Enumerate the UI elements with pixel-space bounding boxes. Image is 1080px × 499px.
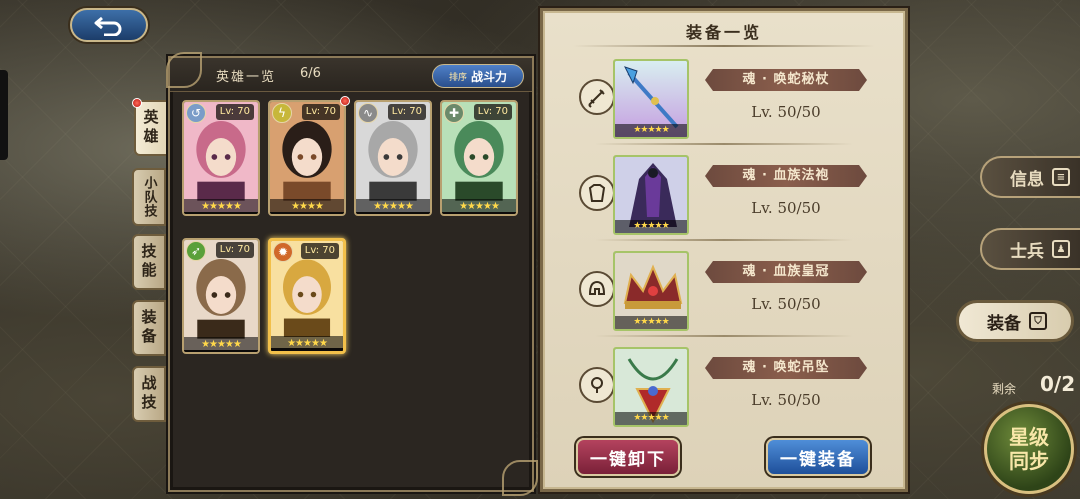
equipment-panel: 装备一览 ★★★★★ 魂 · 唤蛇秘杖 Lv. 50/50 ★★★★★ 魂 · … bbox=[540, 8, 908, 492]
notification-dot bbox=[132, 98, 142, 108]
star-sync-button[interactable]: 星级 同步 bbox=[984, 404, 1074, 494]
sort-button[interactable]: 排序 战斗力 bbox=[432, 64, 524, 88]
divider bbox=[595, 239, 853, 241]
equip-row-armor[interactable]: ★★★★★ 魂 · 血族法袍 Lv. 50/50 bbox=[543, 153, 905, 241]
tab-combat-skill[interactable]: 战技 bbox=[132, 366, 166, 422]
hero-stars: ★★★★★ bbox=[184, 199, 258, 214]
corner-ornament bbox=[502, 460, 538, 496]
equip-row-weapon[interactable]: ★★★★★ 魂 · 唤蛇秘杖 Lv. 50/50 bbox=[543, 57, 905, 145]
hero-count: 6/6 bbox=[300, 66, 321, 81]
item-stars: ★★★★★ bbox=[615, 316, 687, 329]
back-arrow-icon bbox=[94, 16, 122, 36]
hero-level: Lv: 70 bbox=[301, 104, 340, 120]
hero-card[interactable]: ✚ Lv: 70 ★★★★★ bbox=[440, 100, 518, 216]
item-stars: ★★★★★ bbox=[615, 220, 687, 233]
item-name: 魂 · 唤蛇吊坠 bbox=[705, 357, 867, 379]
tab-team-skill[interactable]: 小队技 bbox=[132, 168, 166, 226]
info-button[interactable]: 信息 ≡ bbox=[980, 156, 1080, 198]
hero-stars: ★★★★★ bbox=[184, 337, 258, 352]
hero-card[interactable]: ↺ Lv: 70 ★★★★★ bbox=[182, 100, 260, 216]
info-label: 信息 bbox=[1010, 169, 1044, 190]
soldier-button[interactable]: 士兵 ♟ bbox=[980, 228, 1080, 270]
hero-level: Lv: 70 bbox=[473, 104, 512, 120]
hero-level: Lv: 70 bbox=[300, 243, 339, 259]
hero-card[interactable]: ϟ Lv: 70 ★★★★ bbox=[268, 100, 346, 216]
unequip-all-button[interactable]: 一键卸下 bbox=[576, 438, 680, 476]
item-level: Lv. 50/50 bbox=[751, 103, 821, 121]
accessory-icon bbox=[579, 367, 615, 403]
element-icon: ➶ bbox=[186, 241, 206, 261]
item-stars: ★★★★★ bbox=[615, 412, 687, 425]
element-icon: ∿ bbox=[358, 103, 378, 123]
star-sync-line2: 同步 bbox=[1009, 449, 1049, 473]
hero-stars: ★★★★★ bbox=[442, 199, 516, 214]
item-level: Lv. 50/50 bbox=[751, 199, 821, 217]
hero-level: Lv: 70 bbox=[215, 104, 254, 120]
tab-heroes-label: 英雄 bbox=[141, 109, 160, 147]
hero-stars: ★★★★★ bbox=[356, 199, 430, 214]
item-level: Lv. 50/50 bbox=[751, 391, 821, 409]
tab-heroes[interactable]: 英雄 bbox=[134, 100, 168, 156]
divider bbox=[573, 45, 875, 47]
item-crown-image[interactable]: ★★★★★ bbox=[613, 251, 689, 331]
divider bbox=[595, 143, 853, 145]
hero-card[interactable]: ∿ Lv: 70 ★★★★★ bbox=[354, 100, 432, 216]
document-icon: ≡ bbox=[1052, 168, 1070, 186]
tab-skills-label: 技能 bbox=[139, 243, 158, 281]
helmet-icon bbox=[579, 271, 615, 307]
tab-combat-skill-label: 战技 bbox=[139, 375, 158, 413]
equip-all-button[interactable]: 一键装备 bbox=[766, 438, 870, 476]
remaining-label: 剩余 bbox=[992, 382, 1017, 396]
sword-icon bbox=[579, 79, 615, 115]
soldier-icon: ♟ bbox=[1052, 240, 1070, 258]
tab-equipment[interactable]: 装备 bbox=[132, 300, 166, 356]
element-icon: ✚ bbox=[444, 103, 464, 123]
sort-prefix: 排序 bbox=[448, 72, 467, 83]
back-button[interactable] bbox=[70, 8, 148, 42]
item-name: 魂 · 唤蛇秘杖 bbox=[705, 69, 867, 91]
hero-level: Lv: 70 bbox=[215, 242, 254, 258]
tab-team-skill-label: 小队技 bbox=[141, 176, 157, 218]
notification-dot bbox=[340, 96, 350, 106]
item-name: 魂 · 血族法袍 bbox=[705, 165, 867, 187]
element-icon: ϟ bbox=[272, 103, 292, 123]
tab-skills[interactable]: 技能 bbox=[132, 234, 166, 290]
equipment-title: 装备一览 bbox=[685, 23, 762, 42]
item-name: 魂 · 血族皇冠 bbox=[705, 261, 867, 283]
hero-card[interactable]: ✹ Lv: 70 ★★★★★ bbox=[268, 238, 346, 354]
element-icon: ↺ bbox=[186, 103, 206, 123]
hero-level: Lv: 70 bbox=[387, 104, 426, 120]
armor-icon bbox=[579, 175, 615, 211]
item-robe-image[interactable]: ★★★★★ bbox=[613, 155, 689, 235]
hero-list-title: 英雄一览 bbox=[216, 70, 277, 85]
hero-stars: ★★★★ bbox=[270, 199, 344, 214]
hero-stars: ★★★★★ bbox=[271, 336, 343, 351]
sort-label: 战斗力 bbox=[471, 69, 508, 84]
item-staff-image[interactable]: ★★★★★ bbox=[613, 59, 689, 139]
shield-icon: ⛉ bbox=[1029, 312, 1047, 330]
element-icon: ✹ bbox=[273, 242, 293, 262]
item-stars: ★★★★★ bbox=[615, 124, 687, 137]
item-level: Lv. 50/50 bbox=[751, 295, 821, 313]
remaining-value: 0/2 bbox=[1040, 372, 1076, 396]
hero-card[interactable]: ➶ Lv: 70 ★★★★★ bbox=[182, 238, 260, 354]
equip-row-accessory[interactable]: ★★★★★ 魂 · 唤蛇吊坠 Lv. 50/50 bbox=[543, 345, 905, 433]
equipment-menu-label: 装备 bbox=[987, 313, 1021, 334]
equipment-menu-button[interactable]: 装备 ⛉ bbox=[956, 300, 1074, 342]
hero-list-panel: 英雄一览 6/6 排序 战斗力 ↺ Lv: 70 ★★★★★ ϟ Lv: 70 ★★★★ ∿… bbox=[166, 52, 538, 496]
item-pendant-image[interactable]: ★★★★★ bbox=[613, 347, 689, 427]
star-sync-line1: 星级 bbox=[1009, 425, 1049, 449]
soldier-label: 士兵 bbox=[1010, 241, 1044, 262]
hero-list-header: 英雄一览 6/6 排序 战斗力 bbox=[170, 58, 532, 92]
equip-row-helmet[interactable]: ★★★★★ 魂 · 血族皇冠 Lv. 50/50 bbox=[543, 249, 905, 337]
corner-ornament bbox=[166, 52, 202, 88]
tab-equipment-label: 装备 bbox=[139, 309, 158, 347]
divider bbox=[595, 335, 853, 337]
screen-edge-notch bbox=[0, 70, 8, 160]
